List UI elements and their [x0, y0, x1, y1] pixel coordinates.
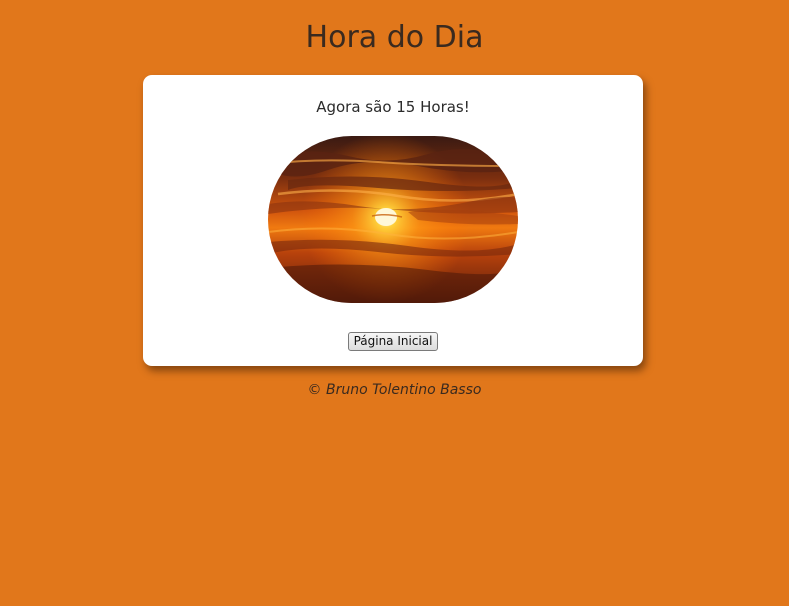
page-title: Hora do Dia	[305, 20, 484, 55]
footer-copyright: © Bruno Tolentino Basso	[307, 382, 482, 398]
time-message: Agora são 15 Horas!	[316, 98, 470, 116]
sunset-image	[268, 136, 518, 303]
content-card: Agora são 15 Horas! Página Inicial	[143, 75, 643, 366]
home-page-button[interactable]: Página Inicial	[348, 332, 438, 351]
